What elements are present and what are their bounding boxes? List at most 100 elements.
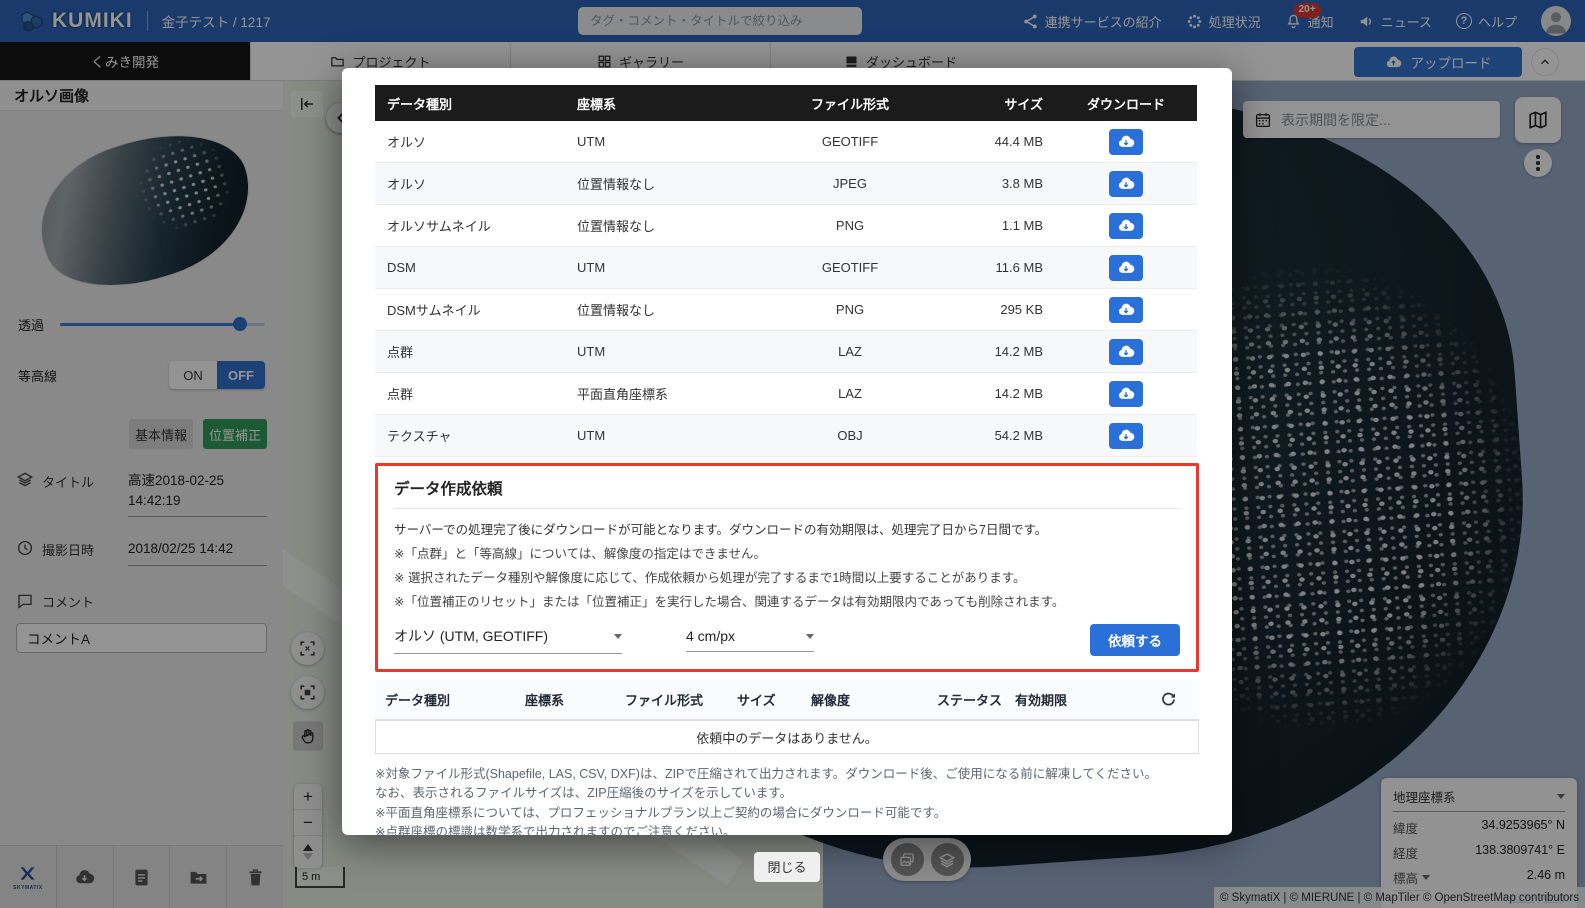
cell-format: LAZ <box>765 386 935 401</box>
close-modal-button[interactable]: 閉じる <box>754 852 820 882</box>
cloud-download-icon <box>1117 217 1135 235</box>
request-description: サーバーでの処理完了後にダウンロードが可能となります。ダウンロードの有効期限は、… <box>394 519 1180 538</box>
cell-size: 14.2 MB <box>935 386 1055 401</box>
cell-data-type: オルソ <box>375 174 565 193</box>
col-data-type: データ種別 <box>375 94 565 113</box>
resolution-select[interactable]: 4 cm/px <box>686 628 814 652</box>
col-download: ダウンロード <box>1055 94 1197 113</box>
cloud-download-icon <box>1117 385 1135 403</box>
table-row: オルソサムネイル位置情報なしPNG1.1 MB <box>375 205 1197 247</box>
cell-crs: UTM <box>565 344 765 359</box>
data-request-section: データ作成依頼 サーバーでの処理完了後にダウンロードが可能となります。ダウンロー… <box>375 463 1199 672</box>
col-crs: 座標系 <box>565 94 765 113</box>
cell-crs: 位置情報なし <box>565 216 765 235</box>
cell-size: 3.8 MB <box>935 176 1055 191</box>
cell-download <box>1055 171 1197 197</box>
cell-crs: 位置情報なし <box>565 174 765 193</box>
table-row: テクスチャUTMOBJ54.2 MB <box>375 415 1197 457</box>
cell-data-type: DSM <box>375 260 565 275</box>
download-button[interactable] <box>1109 213 1143 239</box>
col-size: サイズ <box>737 690 811 709</box>
cell-size: 44.4 MB <box>935 134 1055 149</box>
table-row: オルソUTMGEOTIFF44.4 MB <box>375 121 1197 163</box>
cloud-download-icon <box>1117 175 1135 193</box>
table-row: DSMUTMGEOTIFF11.6 MB <box>375 247 1197 289</box>
cell-download <box>1055 213 1197 239</box>
cell-data-type: オルソサムネイル <box>375 216 565 235</box>
col-status: ステータス <box>937 690 1015 709</box>
footnote: ※平面直角座標系については、プロフェッショナルプラン以上ご契約の場合にダウンロー… <box>375 804 1199 823</box>
refresh-button[interactable] <box>1159 690 1189 709</box>
download-table-header: データ種別 座標系 ファイル形式 サイズ ダウンロード <box>375 85 1197 121</box>
request-table-empty-message: 依頼中のデータはありません。 <box>375 720 1199 754</box>
cell-download <box>1055 297 1197 323</box>
download-modal: データ種別 座標系 ファイル形式 サイズ ダウンロード オルソUTMGEOTIF… <box>342 68 1232 835</box>
download-button[interactable] <box>1109 381 1143 407</box>
request-note: ※「点群」と「等高線」については、解像度の指定はできません。 <box>394 543 1180 562</box>
cell-data-type: テクスチャ <box>375 426 565 445</box>
cloud-download-icon <box>1117 259 1135 277</box>
cell-size: 14.2 MB <box>935 344 1055 359</box>
cell-crs: 位置情報なし <box>565 300 765 319</box>
cell-format: PNG <box>765 218 935 233</box>
cloud-download-icon <box>1117 427 1135 445</box>
download-table-body: オルソUTMGEOTIFF44.4 MB オルソ位置情報なしJPEG3.8 MB… <box>375 121 1197 457</box>
resolution-value: 4 cm/px <box>686 628 735 644</box>
request-section-title: データ作成依頼 <box>394 477 1180 509</box>
cell-data-type: 点群 <box>375 342 565 361</box>
col-resolution: 解像度 <box>811 690 937 709</box>
cell-format: OBJ <box>765 428 935 443</box>
cell-data-type: 点群 <box>375 384 565 403</box>
cloud-download-icon <box>1117 133 1135 151</box>
cell-size: 54.2 MB <box>935 428 1055 443</box>
cell-format: LAZ <box>765 344 935 359</box>
cell-size: 1.1 MB <box>935 218 1055 233</box>
download-button[interactable] <box>1109 129 1143 155</box>
cell-crs: UTM <box>565 134 765 149</box>
cell-download <box>1055 381 1197 407</box>
request-submit-button[interactable]: 依頼する <box>1090 624 1180 656</box>
cell-size: 11.6 MB <box>935 260 1055 275</box>
col-format: ファイル形式 <box>765 94 935 113</box>
cell-download <box>1055 423 1197 449</box>
cell-format: JPEG <box>765 176 935 191</box>
refresh-icon <box>1159 690 1178 709</box>
cell-data-type: オルソ <box>375 132 565 151</box>
cell-crs: UTM <box>565 260 765 275</box>
request-note: ※「位置補正のリセット」または「位置補正」を実行した場合、関連するデータは有効期… <box>394 591 1180 610</box>
data-type-select[interactable]: オルソ (UTM, GEOTIFF) <box>394 626 622 654</box>
col-data-type: データ種別 <box>385 690 525 709</box>
col-expiry: 有効期限 <box>1015 690 1159 709</box>
app-viewport: KUMIKI 金子テスト / 1217 連携サービスの紹介 処理状況 通知 20… <box>0 0 1585 908</box>
download-button[interactable] <box>1109 423 1143 449</box>
table-row: DSMサムネイル位置情報なしPNG295 KB <box>375 289 1197 331</box>
footnote: なお、表示されるファイルサイズは、ZIP圧縮後のサイズを示しています。 <box>375 784 1199 803</box>
modal-footnotes: ※対象ファイル形式(Shapefile, LAS, CSV, DXF)は、ZIP… <box>375 765 1199 843</box>
col-crs: 座標系 <box>525 690 625 709</box>
download-button[interactable] <box>1109 297 1143 323</box>
cloud-download-icon <box>1117 343 1135 361</box>
download-button[interactable] <box>1109 171 1143 197</box>
request-note: ※ 選択されたデータ種別や解像度に応じて、作成依頼から処理が完了するまで1時間以… <box>394 567 1180 586</box>
cell-download <box>1055 129 1197 155</box>
table-row: 点群平面直角座標系LAZ14.2 MB <box>375 373 1197 415</box>
chevron-down-icon <box>806 634 814 639</box>
download-button[interactable] <box>1109 339 1143 365</box>
table-row: 点群UTMLAZ14.2 MB <box>375 331 1197 373</box>
request-table-header: データ種別 座標系 ファイル形式 サイズ 解像度 ステータス 有効期限 <box>375 680 1199 720</box>
cell-download <box>1055 339 1197 365</box>
chevron-down-icon <box>614 634 622 639</box>
table-row: オルソ位置情報なしJPEG3.8 MB <box>375 163 1197 205</box>
download-button[interactable] <box>1109 255 1143 281</box>
footnote: ※点群座標の標識は数学系で出力されますのでご注意ください。 <box>375 823 1199 842</box>
col-format: ファイル形式 <box>625 690 737 709</box>
download-table: データ種別 座標系 ファイル形式 サイズ ダウンロード オルソUTMGEOTIF… <box>375 85 1197 457</box>
col-size: サイズ <box>935 94 1055 113</box>
cell-format: GEOTIFF <box>765 134 935 149</box>
cell-size: 295 KB <box>935 302 1055 317</box>
cell-download <box>1055 255 1197 281</box>
cloud-download-icon <box>1117 301 1135 319</box>
cell-format: PNG <box>765 302 935 317</box>
cell-format: GEOTIFF <box>765 260 935 275</box>
footnote: ※対象ファイル形式(Shapefile, LAS, CSV, DXF)は、ZIP… <box>375 765 1199 784</box>
